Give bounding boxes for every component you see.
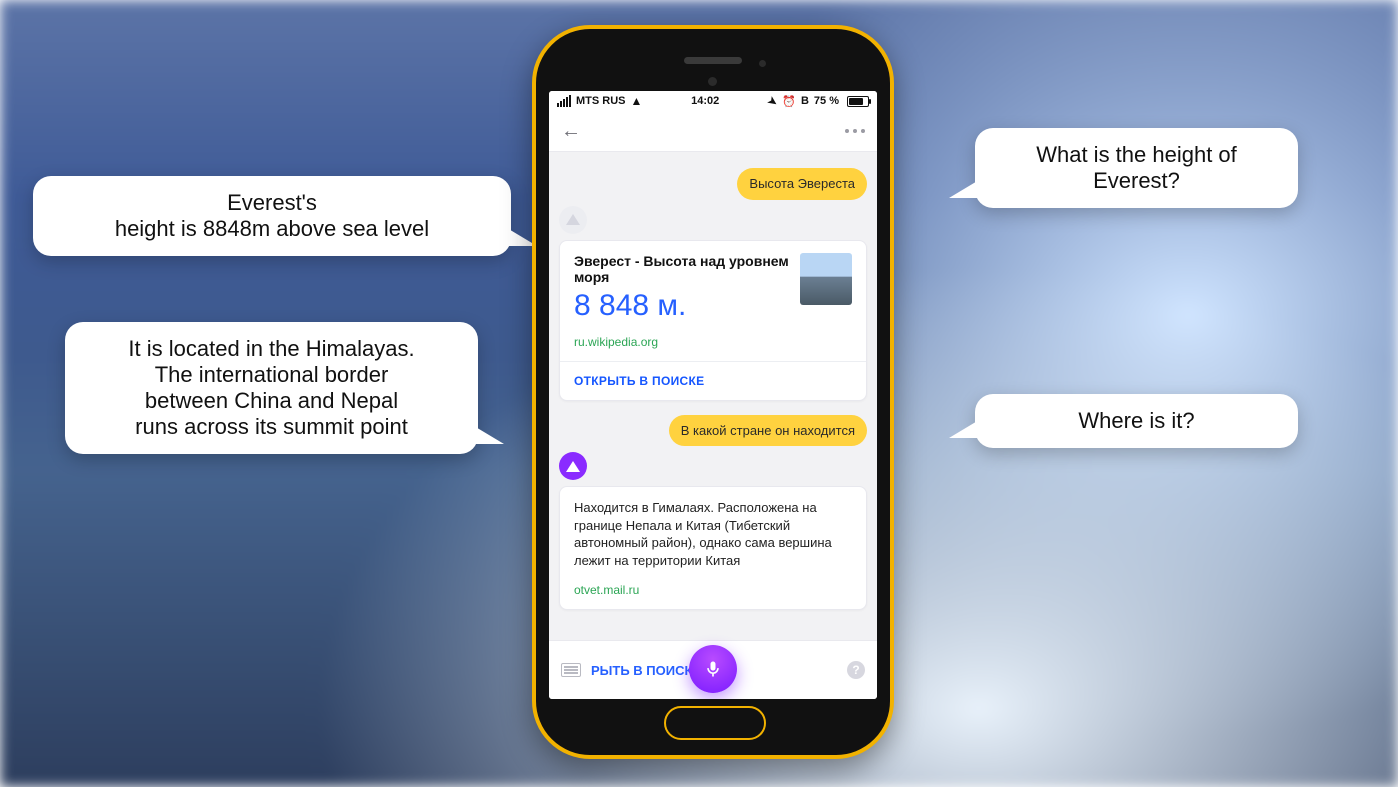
- user-message[interactable]: Высота Эвереста: [737, 168, 867, 200]
- alarm-icon: ⏰: [782, 95, 796, 108]
- input-bar: РЫТЬ В ПОИСКЕ ?: [549, 640, 877, 699]
- user-message[interactable]: В какой стране он находится: [669, 415, 867, 447]
- phone-sensor: [759, 60, 766, 67]
- open-in-search-link[interactable]: ОТКРЫТЬ В ПОИСКЕ: [574, 374, 852, 388]
- clock: 14:02: [691, 95, 719, 107]
- battery-pct: 75 %: [814, 95, 839, 107]
- alice-avatar-active: [559, 452, 587, 480]
- card-source[interactable]: otvet.mail.ru: [574, 583, 852, 597]
- wifi-icon: ▲: [631, 94, 643, 108]
- alice-avatar-idle: [559, 206, 587, 234]
- home-button[interactable]: [664, 706, 766, 740]
- answer-card-location[interactable]: Находится в Гималаях. Расположена на гра…: [559, 486, 867, 610]
- more-button[interactable]: [845, 129, 865, 133]
- callout-text: between China and Nepal: [89, 388, 454, 414]
- alice-triangle-icon: [566, 461, 580, 472]
- callout-where-question: Where is it?: [975, 394, 1298, 448]
- callout-text: runs across its summit point: [89, 414, 454, 440]
- input-hint[interactable]: РЫТЬ В ПОИСКЕ: [591, 663, 701, 678]
- help-button[interactable]: ?: [847, 661, 865, 679]
- phone-camera: [708, 77, 717, 86]
- signal-icon: [557, 95, 571, 107]
- divider: [560, 361, 866, 362]
- phone-screen: MTS RUS ▲ 14:02 ➤ ⏰ B 75 % ←: [549, 91, 877, 699]
- callout-text: Everest?: [999, 168, 1274, 194]
- back-button[interactable]: ←: [561, 120, 581, 143]
- phone-frame: MTS RUS ▲ 14:02 ➤ ⏰ B 75 % ←: [532, 25, 894, 759]
- callout-text: height is 8848m above sea level: [57, 216, 487, 242]
- callout-text: The international border: [89, 362, 454, 388]
- callout-text: Where is it?: [999, 408, 1274, 434]
- battery-icon: [844, 96, 869, 107]
- card-body: Находится в Гималаях. Расположена на гра…: [574, 499, 852, 569]
- mic-icon: [703, 659, 723, 679]
- location-icon: ➤: [765, 93, 780, 109]
- carrier-label: MTS RUS: [576, 95, 626, 107]
- card-source[interactable]: ru.wikipedia.org: [574, 335, 852, 349]
- callout-text: It is located in the Himalayas.: [89, 336, 454, 362]
- callout-height-question: What is the height of Everest?: [975, 128, 1298, 208]
- status-bar: MTS RUS ▲ 14:02 ➤ ⏰ B 75 %: [549, 91, 877, 111]
- chat-area: Высота Эвереста Эверест - Высота над уро…: [549, 152, 877, 680]
- keyboard-icon[interactable]: [561, 663, 581, 677]
- everest-thumbnail: [800, 253, 852, 305]
- phone-speaker: [684, 57, 742, 64]
- callout-height-answer: Everest's height is 8848m above sea leve…: [33, 176, 511, 256]
- alice-triangle-icon: [566, 214, 580, 225]
- bluetooth-icon: B: [801, 95, 809, 107]
- nav-bar: ←: [549, 111, 877, 152]
- mic-button[interactable]: [689, 645, 737, 693]
- answer-card-height[interactable]: Эверест - Высота над уровнем моря 8 848 …: [559, 240, 867, 401]
- callout-text: Everest's: [57, 190, 487, 216]
- card-value: 8 848 м.: [574, 289, 790, 323]
- callout-text: What is the height of: [999, 142, 1274, 168]
- card-title: Эверест - Высота над уровнем моря: [574, 253, 790, 285]
- callout-where-answer: It is located in the Himalayas. The inte…: [65, 322, 478, 454]
